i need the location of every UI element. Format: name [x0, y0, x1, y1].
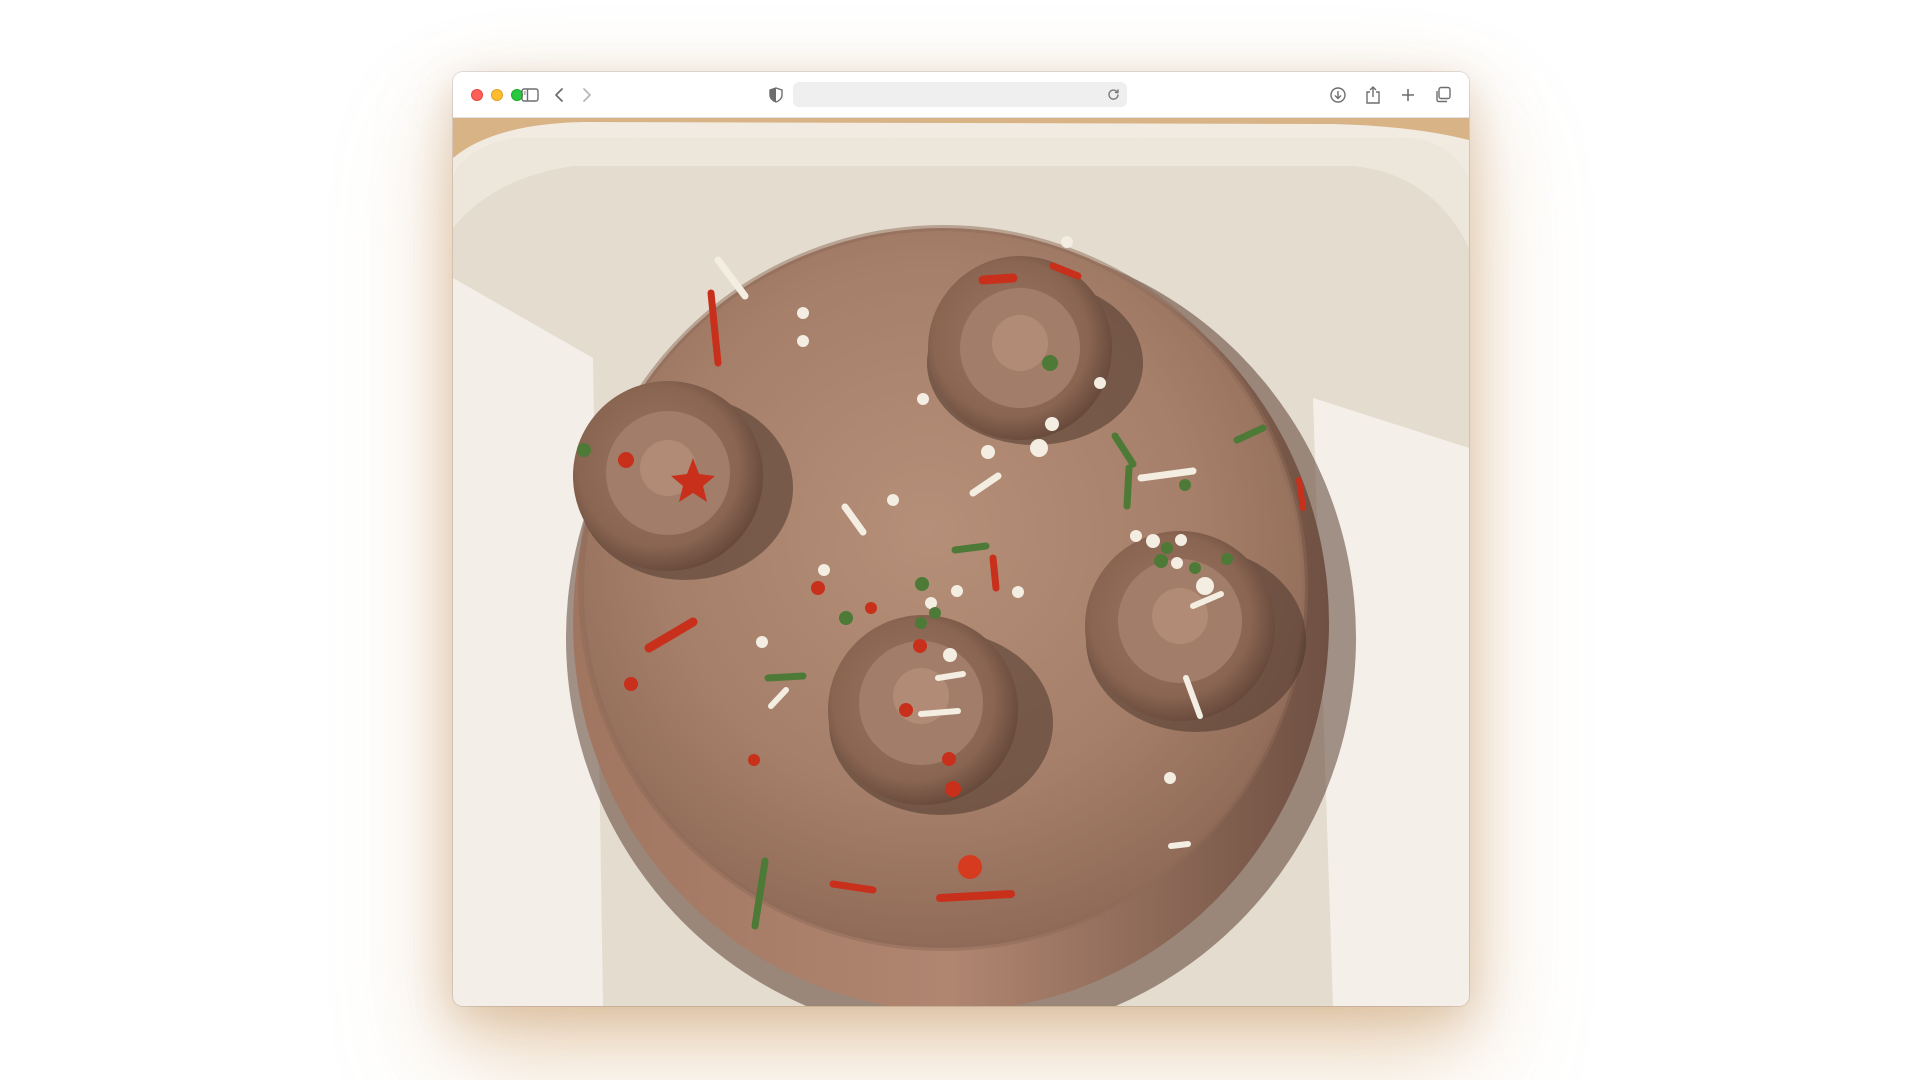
plus-icon[interactable]: [1397, 84, 1419, 106]
browser-toolbar: [453, 72, 1469, 118]
minimize-window-button[interactable]: [491, 88, 503, 101]
window-controls: [471, 88, 523, 101]
address-bar[interactable]: [793, 82, 1127, 109]
browser-window: [453, 72, 1469, 1006]
chevron-right-icon[interactable]: [576, 84, 598, 106]
page-content: [453, 118, 1469, 1006]
cake-photo: [453, 118, 1469, 1006]
desktop-background: [0, 0, 1920, 1080]
shield-icon[interactable]: [765, 84, 787, 106]
sidebar-icon[interactable]: [519, 84, 541, 106]
close-window-button[interactable]: [471, 88, 483, 101]
url-input[interactable]: [803, 82, 1097, 109]
share-icon[interactable]: [1362, 84, 1384, 106]
chevron-left-icon[interactable]: [548, 84, 570, 106]
reload-icon[interactable]: [1106, 87, 1121, 102]
tabs-icon[interactable]: [1432, 84, 1454, 106]
download-icon[interactable]: [1327, 84, 1349, 106]
